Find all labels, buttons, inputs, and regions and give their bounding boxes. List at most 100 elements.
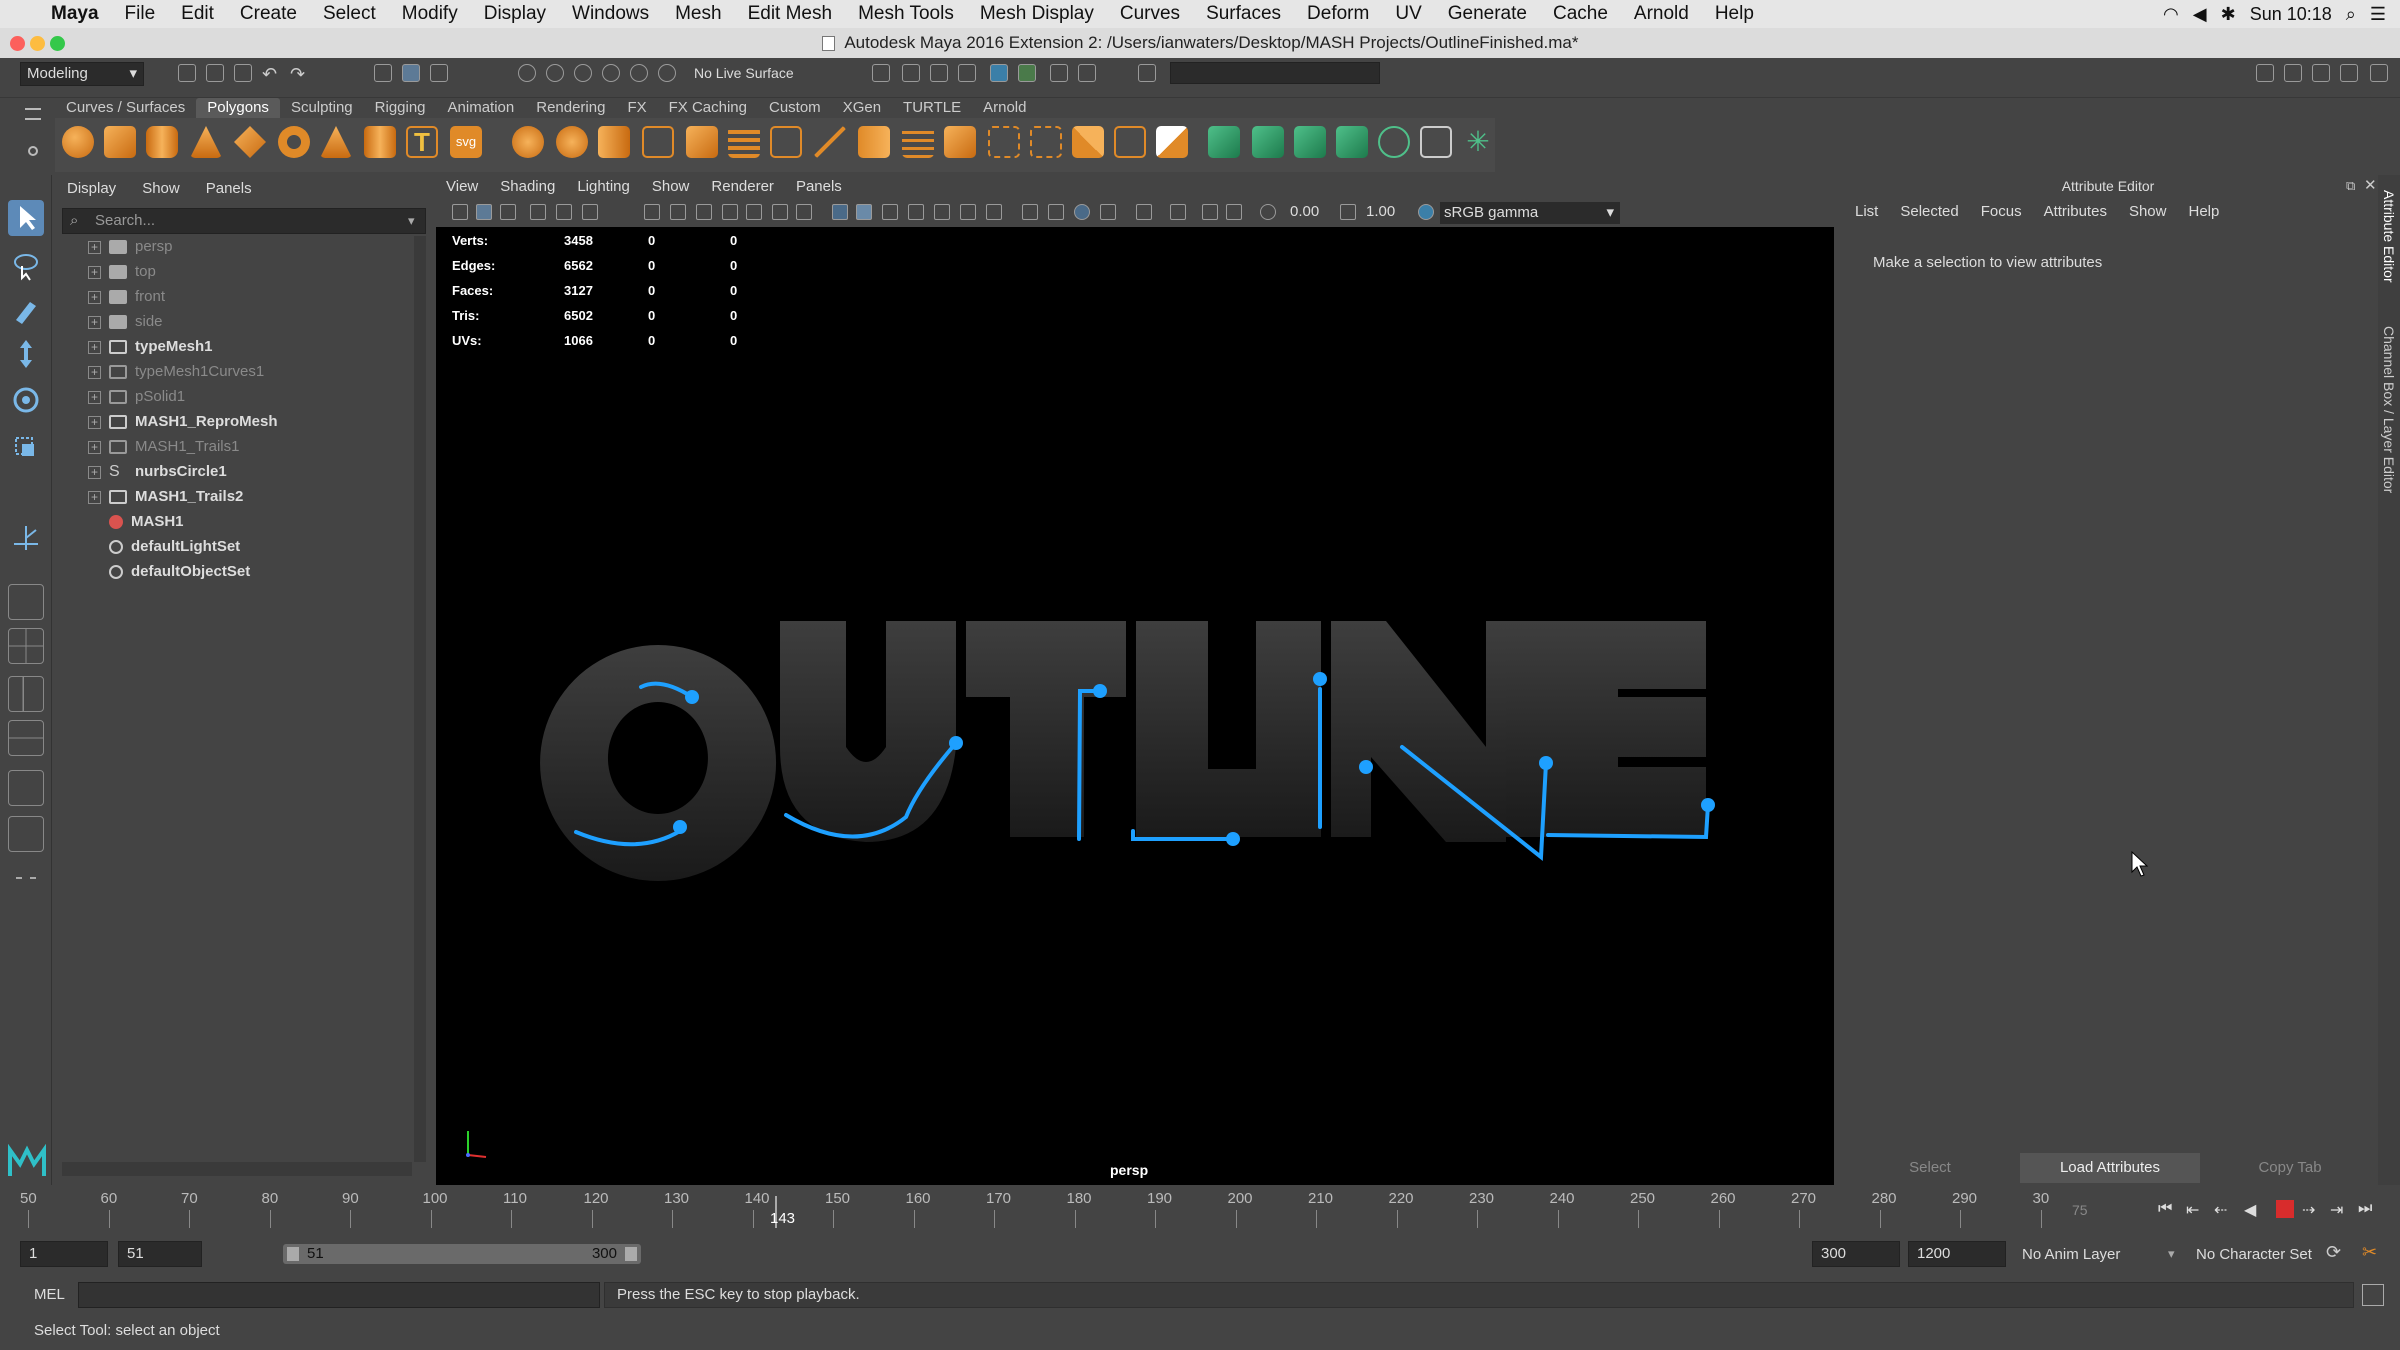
wireframe-icon[interactable] [832,204,848,220]
extrude-icon[interactable] [770,126,802,158]
attribute-editor-toggle-icon[interactable] [2284,64,2302,82]
exposure-value[interactable]: 0.00 [1290,203,1319,220]
color-management-icon[interactable] [1418,204,1434,220]
outliner-menu-panels[interactable]: Panels [206,180,252,197]
combine-icon[interactable] [512,126,544,158]
outliner-item-typemesh1curves1[interactable]: + typeMesh1Curves1 [88,361,264,383]
live-surface-label[interactable]: No Live Surface [694,65,794,81]
menu-display[interactable]: Display [471,3,559,25]
ae-copy-tab-button[interactable]: Copy Tab [2206,1153,2374,1183]
minimize-window-button[interactable] [30,36,45,51]
cut-uv-icon[interactable] [1252,126,1284,158]
select-hierarchy-icon[interactable] [374,64,392,82]
shelf-tab-fx[interactable]: FX [616,98,657,118]
outliner-item-typemesh1[interactable]: + typeMesh1 [88,336,213,358]
uv-editor-icon[interactable] [1208,126,1240,158]
persp-graph-layout-icon[interactable] [8,720,44,756]
script-editor-icon[interactable] [2362,1284,2384,1306]
shelf-tab-custom[interactable]: Custom [758,98,832,118]
shelf-settings-icon[interactable] [28,146,38,156]
step-back-key-icon[interactable]: ⇤ [2186,1200,2199,1220]
rotate-tool-icon[interactable] [8,382,44,418]
persp-nodes-layout-icon[interactable] [8,816,44,852]
play-backwards-icon[interactable]: ◀ [2244,1200,2256,1220]
isolate-select-icon[interactable] [1100,204,1116,220]
xray-icon[interactable] [1136,204,1152,220]
save-scene-icon[interactable] [234,64,252,82]
arnold-render-icon[interactable] [1018,64,1036,82]
scale-tool-icon[interactable] [8,428,44,464]
hypershade-layout-icon[interactable] [8,770,44,806]
append-to-polygon-icon[interactable] [944,126,976,158]
menu-windows[interactable]: Windows [559,3,662,25]
xray-joints-icon[interactable] [1202,204,1218,220]
zoom-window-button[interactable] [50,36,65,51]
outliner-item-mash1-repromesh[interactable]: + MASH1_ReproMesh [88,411,278,433]
select-tool-icon[interactable] [8,200,44,236]
expand-icon[interactable]: + [88,290,101,304]
unfold-uv-icon[interactable] [1336,126,1368,158]
step-forward-frame-icon[interactable]: ⇢ [2302,1200,2315,1220]
outliner-search-input[interactable]: Search... [62,208,426,234]
depth-of-field-icon[interactable] [1074,204,1090,220]
undo-icon[interactable]: ↶ [262,64,280,84]
float-panel-icon[interactable]: ⧉ [2346,178,2355,194]
toggle-input-field-icon[interactable] [1138,64,1156,82]
expand-icon[interactable]: + [88,390,101,404]
mirror-icon[interactable] [1072,126,1104,158]
motion-blur-icon[interactable] [1022,204,1038,220]
new-scene-icon[interactable] [178,64,196,82]
menu-mesh-display[interactable]: Mesh Display [967,3,1107,25]
menu-uv[interactable]: UV [1382,3,1434,25]
menu-edit-mesh[interactable]: Edit Mesh [735,3,845,25]
menu-surfaces[interactable]: Surfaces [1193,3,1294,25]
paint-select-tool-icon[interactable] [8,292,44,328]
animation-preferences-icon[interactable]: ✂ [2362,1242,2377,1263]
outliner-item-mash1-trails1[interactable]: + MASH1_Trails1 [88,436,239,458]
ae-menu-help[interactable]: Help [2188,203,2219,220]
ae-menu-attributes[interactable]: Attributes [2044,203,2107,220]
camera-attributes-icon[interactable] [476,204,492,220]
menu-modify[interactable]: Modify [389,3,471,25]
expand-icon[interactable]: + [88,490,101,504]
snap-surface-icon[interactable] [658,64,676,82]
select-components-icon[interactable] [430,64,448,82]
extract-icon[interactable] [598,126,630,158]
render-settings-icon[interactable] [872,64,890,82]
outliner-item-defaultobjectset[interactable]: defaultObjectSet [88,561,250,583]
outliner-item-front[interactable]: + front [88,286,165,308]
ae-menu-show[interactable]: Show [2129,203,2167,220]
ipr-render-icon[interactable] [958,64,976,82]
chevron-down-icon[interactable]: ▾ [408,213,415,229]
expand-icon[interactable]: + [88,465,101,479]
bridge-icon[interactable] [728,126,760,158]
expand-icon[interactable]: + [88,265,101,279]
layout-toggle-icon[interactable] [2370,64,2388,82]
2d-pan-zoom-icon[interactable] [556,204,572,220]
outliner-item-defaultlightset[interactable]: defaultLightSet [88,536,240,558]
bookmarks-icon[interactable] [500,204,516,220]
multisample-aa-icon[interactable] [1048,204,1064,220]
four-view-layout-icon[interactable] [8,628,44,664]
outliner-item-side[interactable]: + side [88,311,163,333]
shelf-tab-rigging[interactable]: Rigging [364,98,437,118]
outliner-item-psolid1[interactable]: + pSolid1 [88,386,185,408]
render-frame-icon[interactable] [930,64,948,82]
arnold-ipr-icon[interactable] [1050,64,1068,82]
tool-settings-toggle-icon[interactable] [2312,64,2330,82]
wifi-icon[interactable]: ◠ [2163,4,2179,25]
checker-uv-icon[interactable] [1420,126,1452,158]
character-set-dropdown[interactable]: No Character Set [2196,1246,2312,1263]
menu-select[interactable]: Select [310,3,389,25]
outliner-vertical-scrollbar[interactable] [414,236,426,1162]
shelf-tab-turtle[interactable]: TURTLE [892,98,972,118]
animation-start-field[interactable]: 1 [20,1241,108,1267]
poly-torus-icon[interactable] [278,126,310,158]
viewport-menu-view[interactable]: View [446,175,478,199]
outliner-horizontal-scrollbar[interactable] [62,1162,412,1176]
hypershade-icon[interactable] [990,64,1008,82]
persp-outliner-layout-icon[interactable] [8,676,44,712]
poly-sphere-icon[interactable] [62,126,94,158]
channel-box-toggle-icon[interactable] [2340,64,2358,82]
grease-pencil-icon[interactable] [582,204,598,220]
